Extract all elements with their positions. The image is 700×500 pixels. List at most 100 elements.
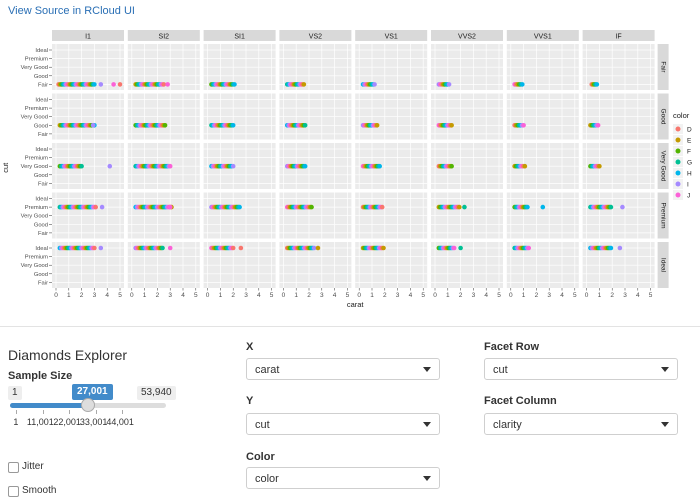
facet-column-select[interactable]: clarity (484, 413, 678, 435)
x-tick-label: 2 (307, 292, 311, 299)
x-axis-title: carat (347, 300, 365, 309)
y-tick-label: Fair (38, 231, 48, 237)
x-tick-label: 0 (130, 292, 134, 299)
x-tick-label: 4 (560, 292, 564, 299)
y-tick-label: Very Good (21, 115, 48, 121)
legend-swatch (675, 170, 681, 176)
facet-row-select[interactable]: cut (484, 358, 678, 380)
slider-tick (122, 410, 123, 414)
x-select[interactable]: carat (246, 358, 440, 380)
y-tick-label: Fair (38, 181, 48, 187)
slider-tick-label: 1 (13, 417, 19, 427)
data-point (230, 245, 236, 251)
y-tick-label: Very Good (21, 214, 48, 220)
y-tick-label: Very Good (21, 65, 48, 71)
y-tick-label: Good (34, 123, 48, 129)
y-tick-label: Good (34, 173, 48, 179)
sample-size-label: Sample Size (8, 370, 73, 382)
data-point (99, 204, 105, 210)
facet-column-label: Facet Column (484, 395, 557, 407)
slider-tick (42, 410, 44, 414)
x-tick-label: 3 (547, 292, 551, 299)
data-point (230, 123, 236, 128)
legend-label: H (687, 171, 692, 178)
facet-row-select-value: cut (493, 364, 508, 376)
x-tick-label: 4 (333, 292, 337, 299)
view-source-link[interactable]: View Source in RCloud UI (8, 5, 135, 17)
x-tick-label: 5 (649, 292, 653, 299)
legend-swatch (675, 148, 681, 154)
x-tick-label: 2 (156, 292, 160, 299)
x-tick-label: 1 (446, 292, 450, 299)
slider-tick (16, 410, 17, 414)
data-point (230, 163, 236, 169)
color-select[interactable]: color (246, 467, 440, 489)
data-point (111, 82, 116, 87)
x-tick-label: 2 (383, 292, 387, 299)
x-tick-label: 0 (54, 292, 58, 299)
x-tick-label: 3 (93, 292, 97, 299)
y-tick-label: Good (34, 222, 48, 228)
legend-swatch (675, 159, 681, 165)
x-tick-label: 3 (623, 292, 627, 299)
jitter-checkbox[interactable] (8, 462, 19, 473)
facet-column-label: SI2 (159, 34, 170, 41)
x-tick-label: 4 (257, 292, 261, 299)
facet-row-label: Fair (659, 61, 666, 73)
panel-title: Diamonds Explorer (8, 347, 128, 363)
x-tick-label: 0 (357, 292, 361, 299)
x-tick-label: 3 (320, 292, 324, 299)
facet-row-label: Ideal (659, 258, 666, 273)
data-point (526, 245, 532, 251)
chevron-down-icon (661, 367, 669, 372)
data-point (597, 163, 602, 169)
chevron-down-icon (423, 476, 431, 481)
x-select-value: carat (255, 364, 280, 376)
color-select-value: color (255, 473, 279, 485)
data-point (449, 123, 454, 128)
x-tick-label: 5 (497, 292, 501, 299)
sample-size-slider-handle[interactable] (81, 398, 95, 412)
data-point (167, 204, 173, 210)
x-tick-label: 1 (522, 292, 526, 299)
facet-column-label: VS1 (385, 34, 398, 41)
sample-size-slider-fill (10, 403, 88, 408)
x-tick-label: 2 (459, 292, 463, 299)
data-point (90, 123, 96, 128)
x-tick-label: 0 (206, 292, 210, 299)
legend-label: G (687, 160, 692, 167)
x-tick-label: 4 (636, 292, 640, 299)
y-tick-label: Ideal (35, 246, 48, 252)
legend-swatch (675, 181, 681, 187)
x-tick-label: 1 (67, 292, 71, 299)
x-tick-label: 3 (244, 292, 248, 299)
slider-tick-label: 44,001 (106, 417, 134, 427)
legend-label: D (687, 127, 692, 134)
facet-column-select-value: clarity (493, 419, 522, 431)
data-point (520, 82, 525, 87)
facet-column-label: VVS1 (534, 34, 552, 41)
y-tick-label: Premium (25, 255, 48, 261)
data-point (451, 245, 457, 251)
y-select[interactable]: cut (246, 413, 440, 435)
data-point (446, 82, 452, 87)
smooth-label: Smooth (22, 485, 57, 496)
facet-column-label: VVS2 (458, 34, 476, 41)
smooth-checkbox[interactable] (8, 486, 19, 497)
data-point (540, 204, 546, 210)
y-tick-label: Very Good (21, 263, 48, 269)
legend-label: F (687, 149, 691, 156)
x-tick-label: 5 (194, 292, 198, 299)
slider-tick-label: 22,001 (53, 417, 81, 427)
data-point (521, 123, 526, 128)
faceted-scatter-plot: I1 SI2 SI1 VS2 VS1 VVS2 VVS1 IFFairGoodVery Goo… (1, 30, 692, 309)
facet-column-label: VS2 (309, 34, 322, 41)
y-tick-label: Premium (25, 106, 48, 112)
x-tick-label: 4 (484, 292, 488, 299)
legend-swatch (675, 192, 681, 198)
jitter-label: Jitter (22, 461, 44, 472)
x-tick-label: 2 (535, 292, 539, 299)
data-point (79, 163, 84, 169)
data-point (381, 245, 386, 251)
data-point (525, 204, 530, 210)
